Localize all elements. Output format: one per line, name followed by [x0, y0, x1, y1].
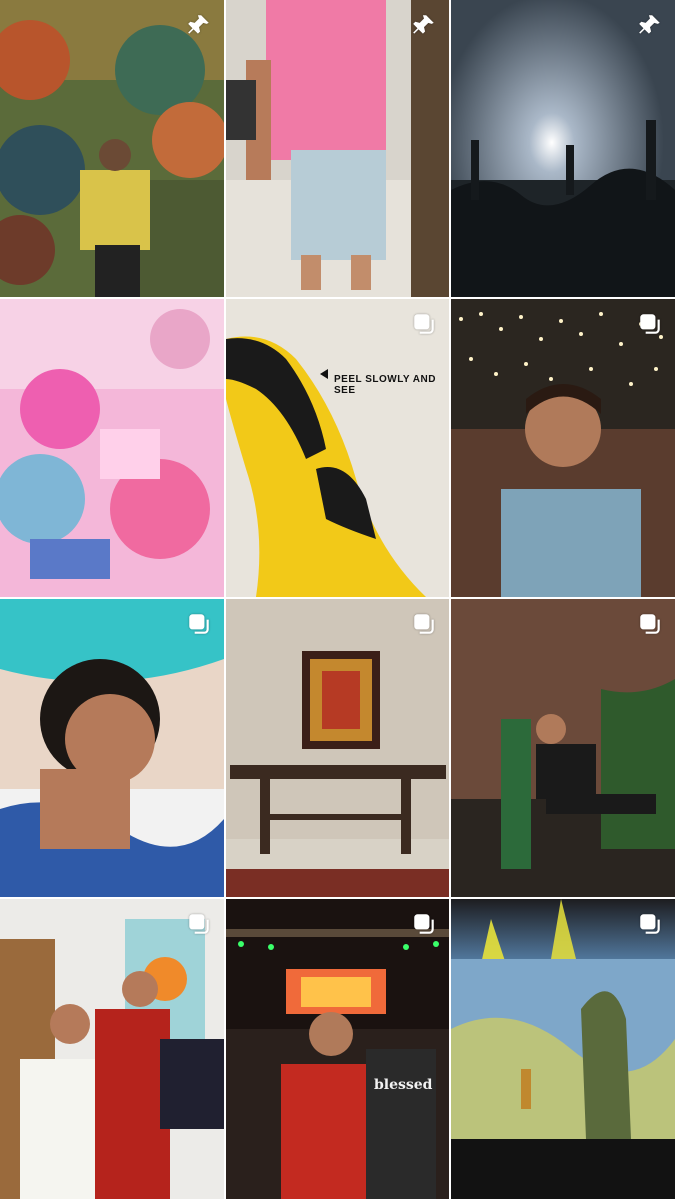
pin-icon [411, 12, 437, 38]
post-thumbnail [451, 899, 675, 1199]
carousel-icon [637, 311, 663, 337]
carousel-icon [637, 911, 663, 937]
post-tile[interactable] [0, 299, 224, 597]
carousel-icon [411, 911, 437, 937]
post-tile[interactable] [451, 899, 675, 1199]
profile-posts-grid: PEEL SLOWLY AND SEE blessed [0, 0, 675, 1199]
post-tile[interactable] [0, 599, 224, 897]
post-tile[interactable] [226, 0, 449, 297]
post-thumbnail [0, 899, 224, 1199]
carousel-icon [411, 311, 437, 337]
album-cover-text: PEEL SLOWLY AND SEE [334, 374, 436, 396]
post-tile[interactable] [0, 0, 224, 297]
post-thumbnail [0, 0, 224, 297]
pin-icon [637, 12, 663, 38]
post-thumbnail [0, 599, 224, 897]
carousel-icon [186, 911, 212, 937]
post-thumbnail [226, 599, 449, 897]
post-tile[interactable]: PEEL SLOWLY AND SEE [226, 299, 449, 597]
post-tile[interactable] [451, 0, 675, 297]
post-tile[interactable]: blessed [226, 899, 449, 1199]
post-thumbnail [226, 0, 449, 297]
post-tile[interactable] [226, 599, 449, 897]
post-thumbnail [451, 299, 675, 597]
post-thumbnail [451, 599, 675, 897]
shirt-print-text: blessed [374, 1077, 433, 1093]
post-thumbnail [0, 299, 224, 597]
post-thumbnail [226, 899, 449, 1199]
post-tile[interactable] [451, 299, 675, 597]
carousel-icon [186, 611, 212, 637]
post-tile[interactable] [451, 599, 675, 897]
post-tile[interactable] [0, 899, 224, 1199]
post-thumbnail [451, 0, 675, 297]
carousel-icon [411, 611, 437, 637]
pin-icon [186, 12, 212, 38]
post-thumbnail [226, 299, 449, 597]
carousel-icon [637, 611, 663, 637]
